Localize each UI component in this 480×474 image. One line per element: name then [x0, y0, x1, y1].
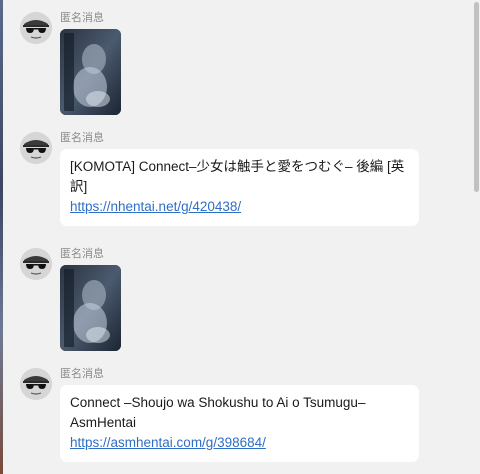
image-attachment[interactable] [60, 29, 121, 115]
message-bubble[interactable]: Connect –Shoujo wa Shokushu to Ai o Tsum… [60, 385, 419, 462]
chat-window: 匿名消息 匿名消息 [KOMOTA] Connect–少女は触手と愛をつむぐ– … [0, 0, 480, 474]
message-text: [KOMOTA] Connect–少女は触手と愛をつむぐ– 後編 [英訳] [70, 159, 405, 194]
message-link[interactable]: https://nhentai.net/g/420438/ [70, 197, 409, 217]
scrollbar[interactable] [473, 0, 480, 474]
message-item: 匿名消息 [20, 12, 440, 118]
message-bubble[interactable]: [KOMOTA] Connect–少女は触手と愛をつむぐ– 後編 [英訳] ht… [60, 149, 419, 226]
message-item: 匿名消息 Connect –Shoujo wa Shokushu to Ai o… [20, 368, 440, 468]
message-text: Connect –Shoujo wa Shokushu to Ai o Tsum… [70, 395, 366, 430]
sender-name: 匿名消息 [60, 132, 104, 144]
message-list[interactable]: 匿名消息 匿名消息 [KOMOTA] Connect–少女は触手と愛をつむぐ– … [3, 0, 473, 474]
message-item: 匿名消息 [20, 248, 440, 354]
anonymous-avatar-icon[interactable] [20, 12, 52, 44]
anonymous-avatar-icon[interactable] [20, 368, 52, 400]
scrollbar-thumb[interactable] [474, 2, 479, 192]
anonymous-avatar-icon[interactable] [20, 248, 52, 280]
anonymous-avatar-icon[interactable] [20, 132, 52, 164]
image-attachment[interactable] [60, 265, 121, 351]
sender-name: 匿名消息 [60, 368, 104, 380]
message-item: 匿名消息 [KOMOTA] Connect–少女は触手と愛をつむぐ– 後編 [英… [20, 132, 440, 232]
sender-name: 匿名消息 [60, 12, 104, 24]
sender-name: 匿名消息 [60, 248, 104, 260]
message-link[interactable]: https://asmhentai.com/g/398684/ [70, 433, 409, 453]
